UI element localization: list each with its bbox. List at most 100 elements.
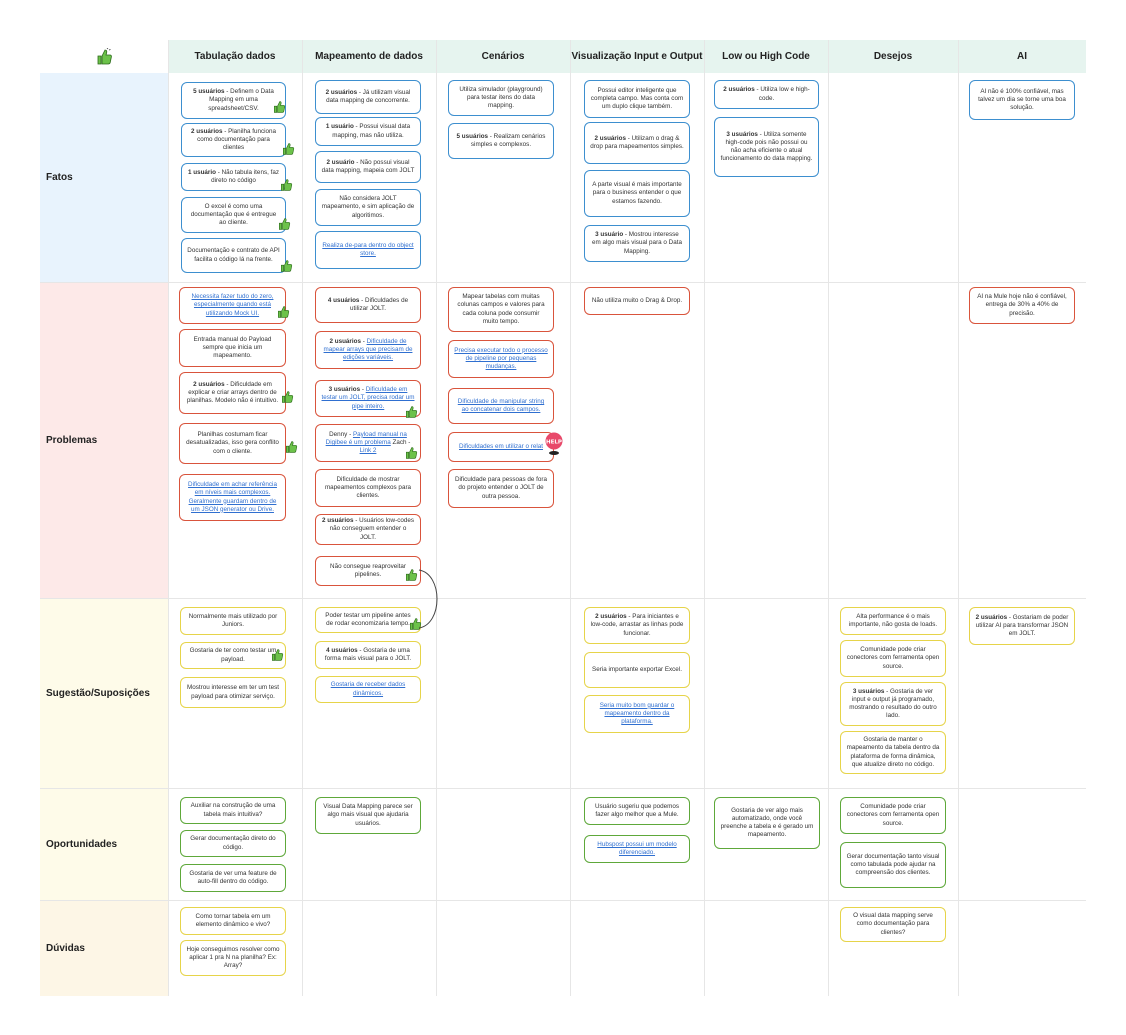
sticky-note[interactable]: 2 usuários - Utiliza low e high-code. xyxy=(714,80,819,109)
note-text: Denny - xyxy=(329,430,353,438)
note-link[interactable]: Precisa executar todo o processo de pipe… xyxy=(454,347,548,372)
sticky-note[interactable]: Comunidade pode criar conectores com fer… xyxy=(840,640,946,677)
sticky-note[interactable]: 2 usuários - Dificuldade de mapear array… xyxy=(315,331,421,369)
sticky-note[interactable]: Comunidade pode criar conectores com fer… xyxy=(840,797,946,834)
sticky-note[interactable]: Hubspost possui um modelo diferenciado. xyxy=(584,835,690,863)
sticky-note[interactable]: Dificuldades em utilizar o relat xyxy=(448,432,554,462)
sticky-note[interactable]: Gostaria de manter o mapeamento da tabel… xyxy=(840,731,946,774)
note-text: O visual data mapping serve como documen… xyxy=(853,912,933,936)
sticky-note[interactable]: 4 usuários - Dificuldades de utilizar JO… xyxy=(315,287,421,323)
sticky-note[interactable]: Precisa executar todo o processo de pipe… xyxy=(448,340,554,378)
thumbs-up-icon xyxy=(406,406,418,418)
row-label-sugestao: Sugestão/Suposições xyxy=(46,687,150,699)
note-text: Documentação e contrato de API facilita … xyxy=(187,247,280,263)
sticky-note[interactable]: Não utiliza muito o Drag & Drop. xyxy=(584,287,690,315)
sticky-note[interactable]: Dificuldade para pessoas de fora do proj… xyxy=(448,469,554,508)
note-text: Dificuldade para pessoas de fora do proj… xyxy=(454,476,548,500)
note-link[interactable]: Dificuldades em utilizar o relat xyxy=(459,443,543,451)
sticky-note[interactable]: Necessita fazer tudo do zero, especialme… xyxy=(179,287,286,324)
sticky-note[interactable]: AI na Mule hoje não é confiável, entrega… xyxy=(969,287,1075,324)
sticky-note[interactable]: Dificuldade de mostrar mapeamentos compl… xyxy=(315,469,421,507)
note-text: AI não é 100% confiável, mas talvez um d… xyxy=(978,87,1066,112)
sticky-note[interactable]: 3 usuário - Mostrou interesse em algo ma… xyxy=(584,225,690,262)
column-divider xyxy=(828,40,829,996)
note-link[interactable]: Realiza de-para dentro do object store. xyxy=(321,242,415,258)
thumbs-up-icon xyxy=(281,260,293,272)
sticky-note[interactable]: Dificuldade em achar referência em nívei… xyxy=(179,474,286,521)
sticky-note[interactable]: Utiliza simulador (playground) para test… xyxy=(448,80,554,116)
note-bold: 1 usuário xyxy=(187,168,216,176)
note-bold: 2 usuário xyxy=(326,158,355,166)
sticky-note[interactable]: Documentação e contrato de API facilita … xyxy=(181,238,286,273)
row-divider xyxy=(40,282,1086,283)
note-text: Não consegue reaproveitar pipelines. xyxy=(330,562,406,578)
note-bold: 5 usuários xyxy=(456,132,489,140)
note-bold: 3 usuários xyxy=(726,130,758,138)
sticky-note[interactable]: 4 usuários - Gostaria de uma forma mais … xyxy=(315,641,421,669)
sticky-note[interactable]: Gerar documentação tanto visual como tab… xyxy=(840,842,946,888)
sticky-note[interactable]: 2 usuários - Utilizam o drag & drop para… xyxy=(584,122,690,164)
sticky-note[interactable]: 2 usuários - Já utilizam visual data map… xyxy=(315,80,421,114)
sticky-note[interactable]: Gostaria de ver uma feature de auto-fill… xyxy=(180,864,286,892)
note-link[interactable]: Dificuldade de manipular string ao conca… xyxy=(454,398,548,414)
sticky-note[interactable]: 2 usuários - Planilha funciona como docu… xyxy=(181,123,286,157)
note-text: Auxiliar na construção de uma tabela mai… xyxy=(190,802,276,818)
note-link[interactable]: Gostaria de receber dados dinâmicos. xyxy=(321,681,415,697)
svg-text:HELP: HELP xyxy=(546,440,562,446)
sticky-note[interactable]: Gerar documentação direto do código. xyxy=(180,830,286,857)
sticky-note[interactable]: Seria importante exportar Excel. xyxy=(584,652,690,688)
sticky-note[interactable]: 2 usuários - Usuários low-codes não cons… xyxy=(315,514,421,545)
sticky-note[interactable]: Entrada manual do Payload sempre que ini… xyxy=(179,329,286,367)
sticky-note[interactable]: 5 usuários - Definem o Data Mapping em u… xyxy=(181,82,286,119)
thumbs-up-icon xyxy=(286,441,298,453)
sticky-note[interactable]: 2 usuários - Gostariam de poder utilizar… xyxy=(969,607,1075,645)
sticky-note[interactable]: Poder testar um pipeline antes de rodar … xyxy=(315,607,421,633)
note-text: Não utiliza muito o Drag & Drop. xyxy=(591,296,683,304)
sticky-note[interactable]: A parte visual é mais importante para o … xyxy=(584,170,690,217)
sticky-note[interactable]: 3 usuários - Gostaria de ver input e out… xyxy=(840,682,946,726)
sticky-note[interactable]: Realiza de-para dentro do object store. xyxy=(315,231,421,269)
sticky-note[interactable]: 2 usuário - Não possui visual data mappi… xyxy=(315,151,421,183)
note-text: Mapear tabelas com muitas colunas campos… xyxy=(457,293,545,325)
note-link[interactable]: Hubspost possui um modelo diferenciado. xyxy=(590,841,684,857)
sticky-note[interactable]: 1 usuário - Possui visual data mapping, … xyxy=(315,117,421,146)
sticky-note[interactable]: Mostrou interesse em ter um test payload… xyxy=(180,677,286,708)
sticky-note[interactable]: Auxiliar na construção de uma tabela mai… xyxy=(180,797,286,824)
sticky-note[interactable]: Não considera JOLT mapeamento, e sim apl… xyxy=(315,189,421,226)
note-link[interactable]: Necessita fazer tudo do zero, especialme… xyxy=(185,293,280,318)
note-link[interactable]: Link 2 xyxy=(360,447,377,454)
sticky-note[interactable]: Usuário sugeriu que podemos fazer algo m… xyxy=(584,797,690,825)
note-bold: 2 usuários xyxy=(723,86,755,94)
sticky-note[interactable]: Como tornar tabela em um elemento dinâmi… xyxy=(180,907,286,935)
row-label-fatos: Fatos xyxy=(46,172,73,183)
note-text: Utiliza simulador (playground) para test… xyxy=(459,85,543,110)
sticky-note[interactable]: Gostaria de ver algo mais automatizado, … xyxy=(714,797,820,849)
sticky-note[interactable]: Planilhas costumam ficar desatualizadas,… xyxy=(179,423,286,464)
sticky-note[interactable]: Alta performance é o mais importante, nã… xyxy=(840,607,946,635)
column-divider xyxy=(302,40,303,996)
note-text: Alta performance é o mais importante, nã… xyxy=(848,612,938,628)
note-bold: 2 usuários xyxy=(594,134,626,142)
sticky-note[interactable]: Mapear tabelas com muitas colunas campos… xyxy=(448,287,554,332)
sticky-note[interactable]: O visual data mapping serve como documen… xyxy=(840,907,946,942)
sticky-note[interactable]: Seria muito bom guardar o mapeamento den… xyxy=(584,695,690,733)
note-bold: 3 usuário xyxy=(595,231,624,239)
sticky-note[interactable]: 2 usuários - Dificuldade em explicar e c… xyxy=(179,372,286,414)
sticky-note[interactable]: AI não é 100% confiável, mas talvez um d… xyxy=(969,80,1075,120)
note-link[interactable]: Seria muito bom guardar o mapeamento den… xyxy=(590,702,684,727)
sticky-note[interactable]: Possui editor inteligente que completa c… xyxy=(584,80,690,118)
sticky-note[interactable]: Gostaria de receber dados dinâmicos. xyxy=(315,676,421,703)
help-sticker-icon: HELP xyxy=(545,432,563,455)
note-text: Gostaria de ver algo mais automatizado, … xyxy=(720,806,814,839)
sticky-note[interactable]: 5 usuários - Realizam cenários simples e… xyxy=(448,123,554,159)
column-divider xyxy=(168,40,169,996)
sticky-note[interactable]: 2 usuários - Para iniciantes e low-code,… xyxy=(584,607,690,644)
sticky-note[interactable]: 1 usuário - Não tabula itens, faz direto… xyxy=(181,163,286,191)
sticky-note[interactable]: Normalmente mais utilizado por Juniors. xyxy=(180,607,286,635)
sticky-note[interactable]: Dificuldade de manipular string ao conca… xyxy=(448,388,554,424)
note-link[interactable]: Dificuldade em achar referência em nívei… xyxy=(185,481,280,514)
sticky-note[interactable]: Hoje conseguimos resolver como aplicar 1… xyxy=(180,940,286,976)
sticky-note[interactable]: O excel é como uma documentação que é en… xyxy=(181,197,286,233)
sticky-note[interactable]: Visual Data Mapping parece ser algo mais… xyxy=(315,797,421,834)
sticky-note[interactable]: 3 usuários - Utiliza somente high-code p… xyxy=(714,117,819,177)
